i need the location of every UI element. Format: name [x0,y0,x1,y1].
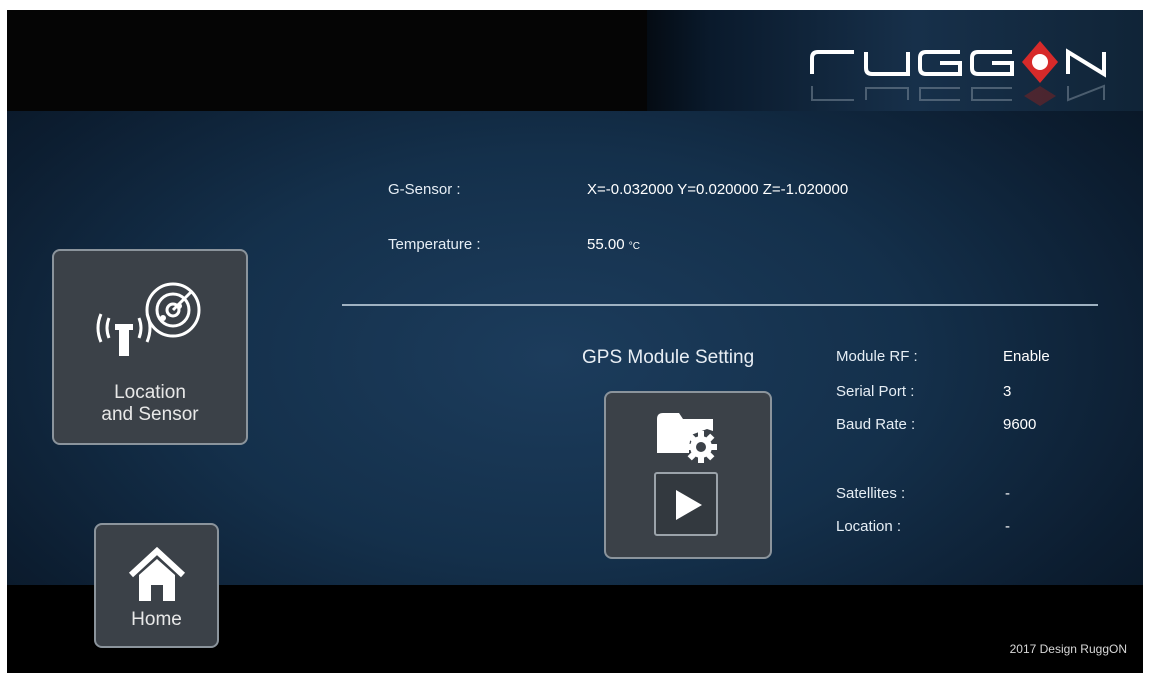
gps-settings-panel [604,391,772,559]
play-button[interactable] [654,472,718,536]
ruggon-logo [810,41,1106,106]
folder-settings-icon[interactable] [655,407,719,465]
module-rf-label: Module RF : [836,348,918,365]
temperature-number: 55.00 [587,236,625,253]
serial-port-value: 3 [1003,383,1012,400]
location-sensor-button[interactable]: Location and Sensor [52,249,248,445]
gsensor-label: G-Sensor : [388,181,461,198]
satellites-label: Satellites : [836,485,906,502]
location-line2: and Sensor [101,404,199,425]
home-icon [128,546,186,601]
play-icon [676,490,702,520]
radar-antenna-icon [96,282,201,356]
home-label: Home [131,609,182,630]
temperature-unit: °C [628,241,640,252]
temperature-label: Temperature : [388,236,481,253]
app-frame: G-Sensor : X=-0.032000 Y=0.020000 Z=-1.0… [7,10,1143,673]
baud-rate-value: 9600 [1003,416,1037,433]
location-label: Location : [836,518,902,535]
home-button[interactable]: Home [94,523,219,648]
baud-rate-label: Baud Rate : [836,416,916,433]
serial-port-label: Serial Port : [836,383,915,400]
module-rf-value: Enable [1003,348,1050,365]
footer-credit: 2017 Design RuggON [1009,642,1127,656]
gps-module-title: GPS Module Setting [582,347,755,368]
gsensor-value: X=-0.032000 Y=0.020000 Z=-1.020000 [587,181,849,198]
header-bar [7,10,1143,111]
temperature-value: 55.00 °C [587,236,640,253]
section-divider [342,304,1098,306]
satellites-value: - [1005,485,1010,502]
location-value: - [1005,518,1010,535]
location-line1: Location [114,382,186,403]
